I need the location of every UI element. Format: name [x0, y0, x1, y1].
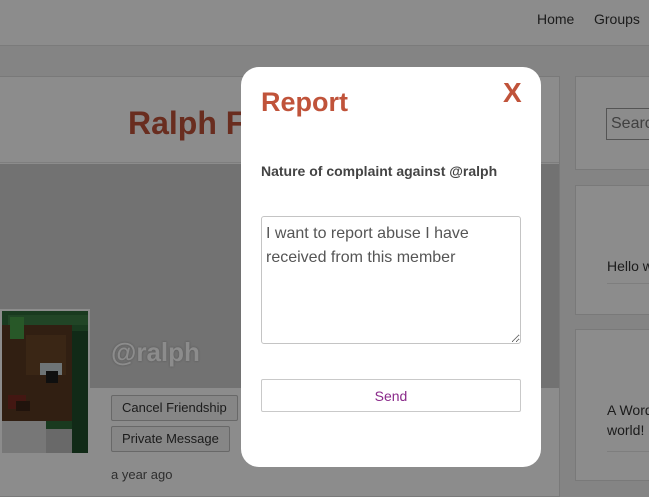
send-button[interactable]: Send [261, 379, 521, 412]
close-icon[interactable]: X [503, 77, 522, 109]
complaint-label: Nature of complaint against @ralph [261, 163, 498, 179]
report-modal: Report X Nature of complaint against @ra… [241, 67, 541, 467]
modal-title: Report [261, 87, 348, 117]
complaint-textarea[interactable]: I want to report abuse I have received f… [261, 216, 521, 344]
